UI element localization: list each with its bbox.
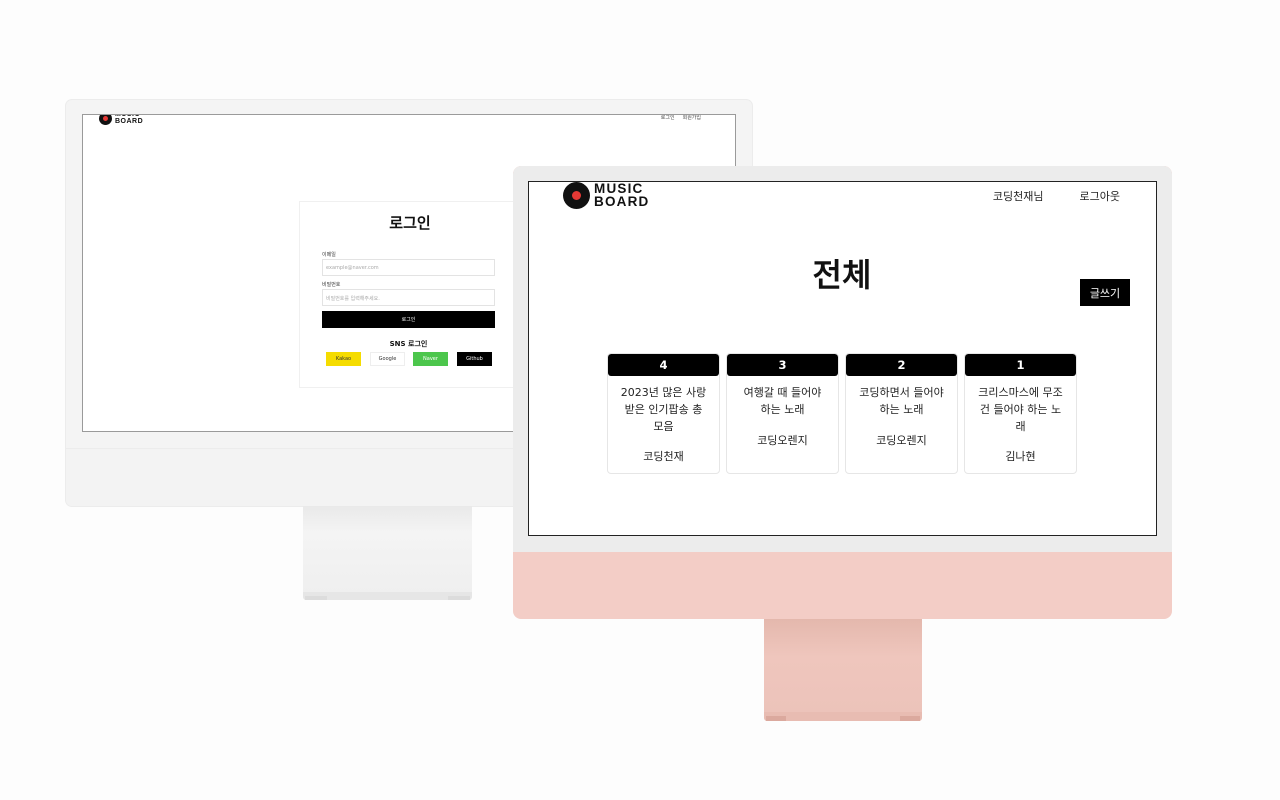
post-title: 2023년 많은 사랑 받은 인기팝송 총 모음 [620, 386, 707, 433]
post-card[interactable]: 1 크리스마스에 무조건 들어야 하는 노래 김나현 [964, 353, 1077, 474]
page-title: 전체 [812, 256, 872, 294]
front-monitor-foot [764, 712, 922, 721]
vinyl-record-icon [99, 115, 112, 125]
logo-text: MUSIC BOARD [594, 181, 650, 209]
post-number: 4 [608, 354, 719, 376]
front-logo[interactable]: MUSIC BOARD [563, 182, 650, 209]
google-login-button[interactable]: Google [370, 352, 405, 366]
post-author: 코딩천재 [643, 450, 684, 463]
sns-login-title: SNS 로그인 [389, 340, 428, 348]
password-label: 비밀번호 [322, 282, 341, 288]
email-field[interactable]: example@naver.com [322, 259, 495, 276]
back-logo[interactable]: MUSIC BOARD [99, 114, 144, 125]
back-monitor-foot [303, 592, 472, 600]
logo-text: MUSIC BOARD [115, 114, 144, 125]
nav-signup-link[interactable]: 회원가입 [683, 115, 701, 121]
post-number: 2 [846, 354, 957, 376]
login-button[interactable]: 로그인 [322, 311, 495, 328]
post-card[interactable]: 4 2023년 많은 사랑 받은 인기팝송 총 모음 코딩천재 [607, 353, 720, 474]
back-nav: 로그인 회원가입 [661, 115, 701, 121]
nav-logout-link[interactable]: 로그아웃 [1080, 188, 1120, 204]
login-title: 로그인 [389, 214, 431, 232]
post-title: 코딩하면서 들어야 하는 노래 [859, 386, 944, 416]
front-monitor-stand [764, 619, 922, 714]
post-title: 크리스마스에 무조건 들어야 하는 노래 [978, 386, 1063, 433]
post-author: 코딩오렌지 [757, 434, 808, 447]
kakao-login-button[interactable]: Kakao [326, 352, 361, 366]
post-number: 1 [965, 354, 1076, 376]
front-monitor-screen: MUSIC BOARD 코딩천재님 로그아웃 전체 글쓰기 4 2023년 많은… [528, 181, 1157, 536]
login-card: 로그인 이메일 example@naver.com 비밀번호 비밀번호를 입력해… [299, 201, 529, 388]
mockup-stage: MUSIC BOARD 로그인 회원가입 로그인 이메일 example@nav… [0, 0, 1280, 800]
front-nav: 코딩천재님 로그아웃 [993, 188, 1120, 204]
post-card-list: 4 2023년 많은 사랑 받은 인기팝송 총 모음 코딩천재 3 여행갈 때 … [607, 353, 1077, 474]
post-card[interactable]: 3 여행갈 때 들어야 하는 노래 코딩오렌지 [726, 353, 839, 474]
post-number: 3 [727, 354, 838, 376]
front-monitor-bezel: MUSIC BOARD 코딩천재님 로그아웃 전체 글쓰기 4 2023년 많은… [513, 166, 1172, 552]
email-label: 이메일 [322, 252, 336, 258]
write-post-button[interactable]: 글쓰기 [1080, 279, 1130, 306]
naver-login-button[interactable]: Naver [413, 352, 448, 366]
password-field[interactable]: 비밀번호를 입력해주세요. [322, 289, 495, 306]
vinyl-record-icon [563, 182, 590, 209]
post-card[interactable]: 2 코딩하면서 들어야 하는 노래 코딩오렌지 [845, 353, 958, 474]
nav-login-link[interactable]: 로그인 [661, 115, 675, 121]
post-author: 김나현 [1005, 450, 1036, 463]
post-author: 코딩오렌지 [876, 434, 927, 447]
back-monitor-stand [303, 506, 472, 594]
nav-user-link[interactable]: 코딩천재님 [993, 188, 1044, 204]
post-title: 여행갈 때 들어야 하는 노래 [743, 386, 822, 416]
front-monitor: MUSIC BOARD 코딩천재님 로그아웃 전체 글쓰기 4 2023년 많은… [513, 166, 1172, 619]
github-login-button[interactable]: Github [457, 352, 492, 366]
